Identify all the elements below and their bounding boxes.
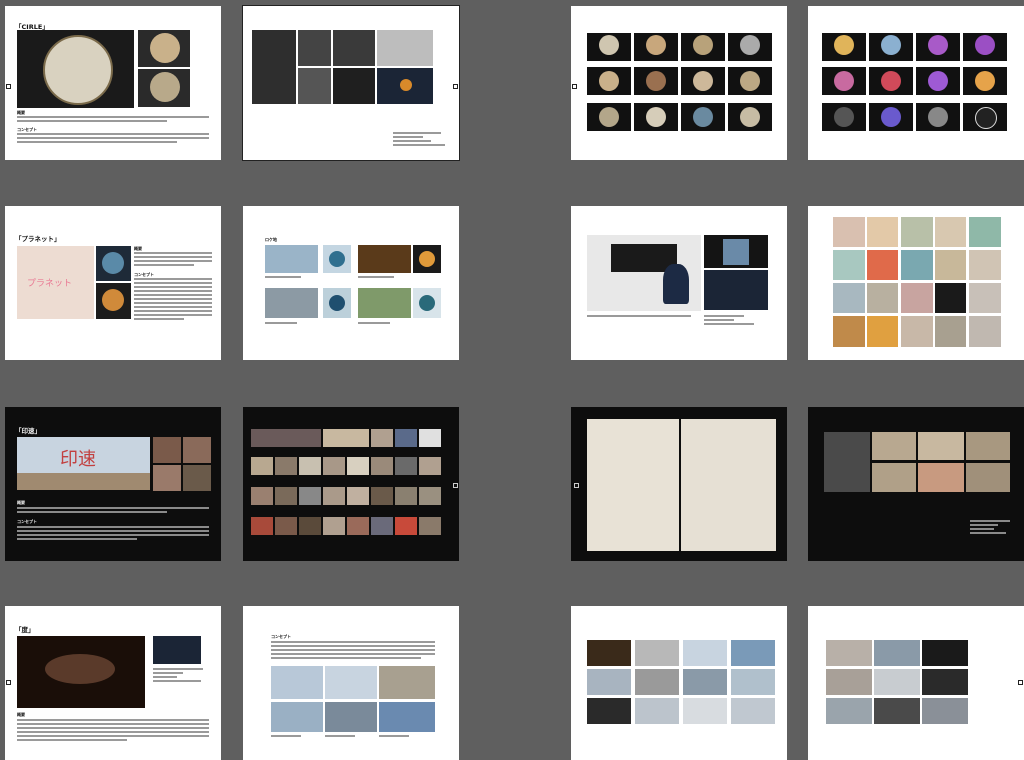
page-circle-intro[interactable]: 「CIRLE」 概要 コンセプト bbox=[5, 6, 221, 160]
page-title: 「印速」 bbox=[15, 427, 41, 435]
nav-arrow-left[interactable] bbox=[6, 680, 11, 685]
heading-overview: 概要 bbox=[17, 500, 25, 505]
page-title: 「プラネット」 bbox=[15, 235, 61, 243]
page-concept[interactable]: コンセプト bbox=[243, 606, 459, 760]
page-do-intro[interactable]: 「度」 概要 bbox=[5, 606, 221, 760]
nav-arrow-right[interactable] bbox=[453, 84, 458, 89]
page-architecture-grid[interactable] bbox=[808, 606, 1024, 760]
page-title: 「度」 bbox=[15, 626, 35, 634]
heading-concept: コンセプト bbox=[17, 519, 37, 524]
page-inshoku-frames[interactable] bbox=[243, 407, 459, 561]
nav-arrow-right[interactable] bbox=[453, 483, 458, 488]
page-planet-intro[interactable]: 「プラネット」 プラネット 概要 コンセプト bbox=[5, 206, 221, 360]
inshoku-overlay-text: 印速 bbox=[60, 449, 96, 470]
page-do-grid[interactable] bbox=[571, 606, 787, 760]
heading-overview: 概要 bbox=[17, 712, 25, 717]
page-inshoku-intro[interactable]: 「印速」 印速 概要 コンセプト bbox=[5, 407, 221, 561]
planet-overlay-text: プラネット bbox=[27, 279, 73, 289]
page-exhibition[interactable] bbox=[571, 206, 787, 360]
page-location[interactable]: ロケ地 bbox=[243, 206, 459, 360]
page-storyboard[interactable] bbox=[571, 407, 787, 561]
page-clock-grid[interactable] bbox=[571, 6, 787, 160]
page-circle-photos[interactable] bbox=[242, 5, 460, 161]
bw-photo-main bbox=[252, 30, 296, 104]
nav-arrow-left[interactable] bbox=[6, 84, 11, 89]
nav-arrow-right[interactable] bbox=[1018, 680, 1023, 685]
page-planet-grid[interactable] bbox=[808, 6, 1024, 160]
nav-arrow-left[interactable] bbox=[572, 84, 577, 89]
clock-face bbox=[43, 35, 113, 105]
page-inshoku-stills[interactable] bbox=[808, 407, 1024, 561]
video-editor bbox=[704, 270, 768, 310]
video-editor bbox=[153, 636, 201, 664]
storyboard-left bbox=[587, 419, 679, 551]
concept-heading: コンセプト bbox=[271, 634, 291, 639]
location-heading: ロケ地 bbox=[265, 237, 277, 242]
page-planet-collage[interactable] bbox=[808, 206, 1024, 360]
storyboard-right bbox=[681, 419, 776, 551]
nav-arrow-left[interactable] bbox=[574, 483, 579, 488]
